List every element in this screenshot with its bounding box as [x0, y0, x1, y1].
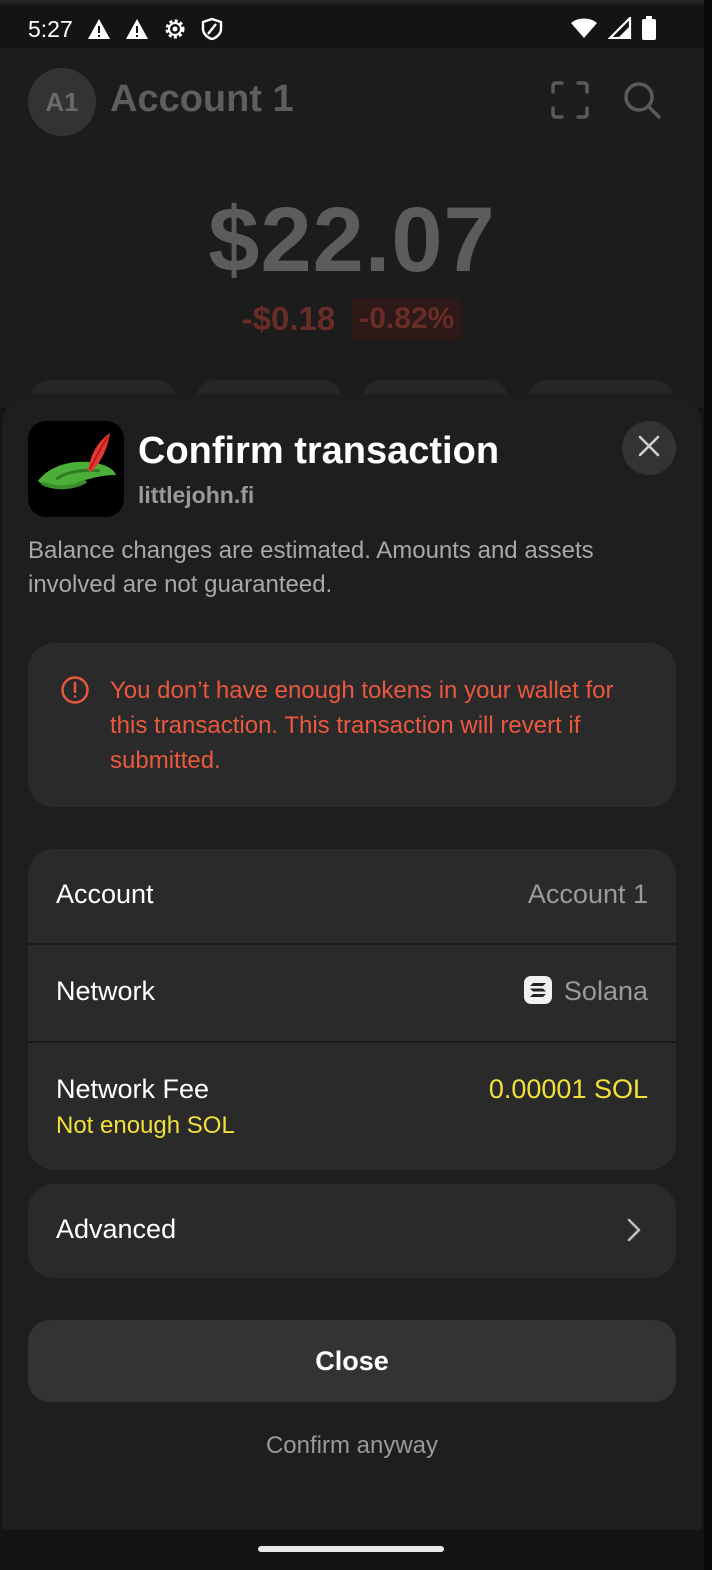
- close-sheet-button[interactable]: [622, 421, 676, 475]
- account-value: Account 1: [527, 879, 648, 909]
- confirm-transaction-sheet: Confirm transaction littlejohn.fi Balanc…: [2, 394, 702, 1530]
- balance-disclaimer: Balance changes are estimated. Amounts a…: [28, 537, 594, 598]
- solana-icon: [523, 975, 552, 1004]
- wallet-home-background: A1 Account 1 $22.07 -$0.18 -0.82%: [0, 48, 704, 420]
- status-time: 5:27: [28, 15, 73, 42]
- network-fee-label: Network Fee: [56, 1074, 210, 1104]
- app-logo: [28, 421, 124, 517]
- phone-screen: 5:27 A1 Account 1 $22.07 -$0.18 -0.82% C…: [0, 0, 704, 1570]
- signal-icon: [607, 15, 632, 45]
- balance-change-percent: -0.82%: [351, 298, 463, 340]
- account-label: Account: [56, 879, 154, 909]
- transaction-details-card: Account Account 1 Network Solana Network…: [28, 849, 676, 1170]
- network-fee-value: 0.00001 SOL: [488, 1074, 648, 1104]
- dapp-domain: littlejohn.fi: [138, 482, 255, 508]
- screen-right-edge: [704, 0, 712, 1570]
- search-icon[interactable]: [622, 80, 662, 125]
- insufficient-funds-warning: You don’t have enough tokens in your wal…: [28, 643, 676, 807]
- network-fee-row: Network Fee 0.00001 SOL Not enough SOL: [28, 1043, 676, 1170]
- network-row: Network Solana: [28, 945, 676, 1041]
- close-icon: [637, 434, 661, 463]
- avatar[interactable]: A1: [28, 68, 96, 136]
- advanced-label: Advanced: [56, 1214, 177, 1244]
- account-name[interactable]: Account 1: [110, 78, 294, 121]
- fee-warning-note: Not enough SOL: [56, 1112, 235, 1139]
- confirm-anyway-link[interactable]: Confirm anyway: [2, 1432, 702, 1460]
- alert-icon: [125, 18, 149, 40]
- screen-top-edge: [0, 0, 704, 6]
- warning-message: You don’t have enough tokens in your wal…: [110, 677, 614, 774]
- home-indicator[interactable]: [258, 1546, 444, 1552]
- status-bar: 5:27: [0, 10, 704, 48]
- network-value-wrap: Solana: [523, 975, 648, 1007]
- wifi-icon: [570, 17, 598, 45]
- balance-change-row: -$0.18 -0.82%: [0, 298, 704, 340]
- network-value: Solana: [563, 976, 648, 1006]
- balance-change-amount: -$0.18: [241, 300, 336, 337]
- total-balance: $22.07: [208, 189, 496, 291]
- battery-icon: [642, 16, 656, 46]
- network-label: Network: [56, 976, 156, 1006]
- scan-icon[interactable]: [550, 80, 590, 125]
- account-row: Account Account 1: [28, 849, 676, 943]
- alert-icon: [87, 18, 111, 40]
- sheet-title: Confirm transaction: [138, 430, 500, 472]
- close-button[interactable]: Close: [28, 1320, 676, 1402]
- error-circle-icon: [60, 675, 90, 710]
- shield-icon: [201, 17, 223, 41]
- chevron-right-icon: [626, 1217, 642, 1248]
- settings-icon: [163, 17, 187, 41]
- advanced-row[interactable]: Advanced: [28, 1184, 676, 1278]
